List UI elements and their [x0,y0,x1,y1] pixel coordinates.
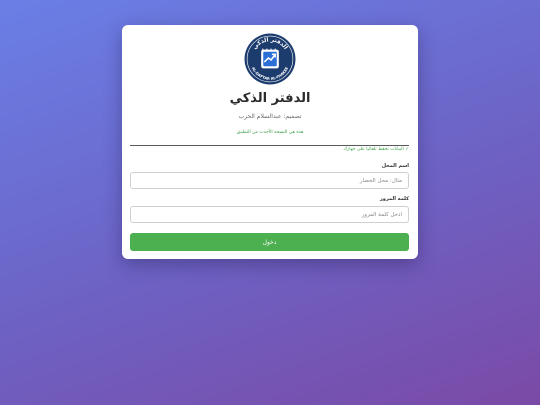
shop-name-input[interactable] [130,172,409,189]
divider [130,145,409,146]
app-title: الدفتر الذكي [229,91,311,106]
autosave-note: ✓ البيانات تحفظ تلقائيا على جهازك [343,147,409,152]
designer-credit: تصميم: عبدالسلام الحرب [238,113,302,120]
shop-name-label: اسم المحل [381,163,409,169]
login-card: الدفتر الذكي AL-DAFTAR AL-THAKEE الدفتر … [122,25,418,259]
login-button[interactable]: دخول [130,233,409,251]
version-note: هذه هي النسخة الأحدث من التطبيق [236,130,304,135]
password-input[interactable] [130,206,409,223]
notebook-chart-icon [261,48,279,69]
password-label: كلمة المرور [379,196,409,202]
app-logo: الدفتر الذكي AL-DAFTAR AL-THAKEE [244,33,296,85]
